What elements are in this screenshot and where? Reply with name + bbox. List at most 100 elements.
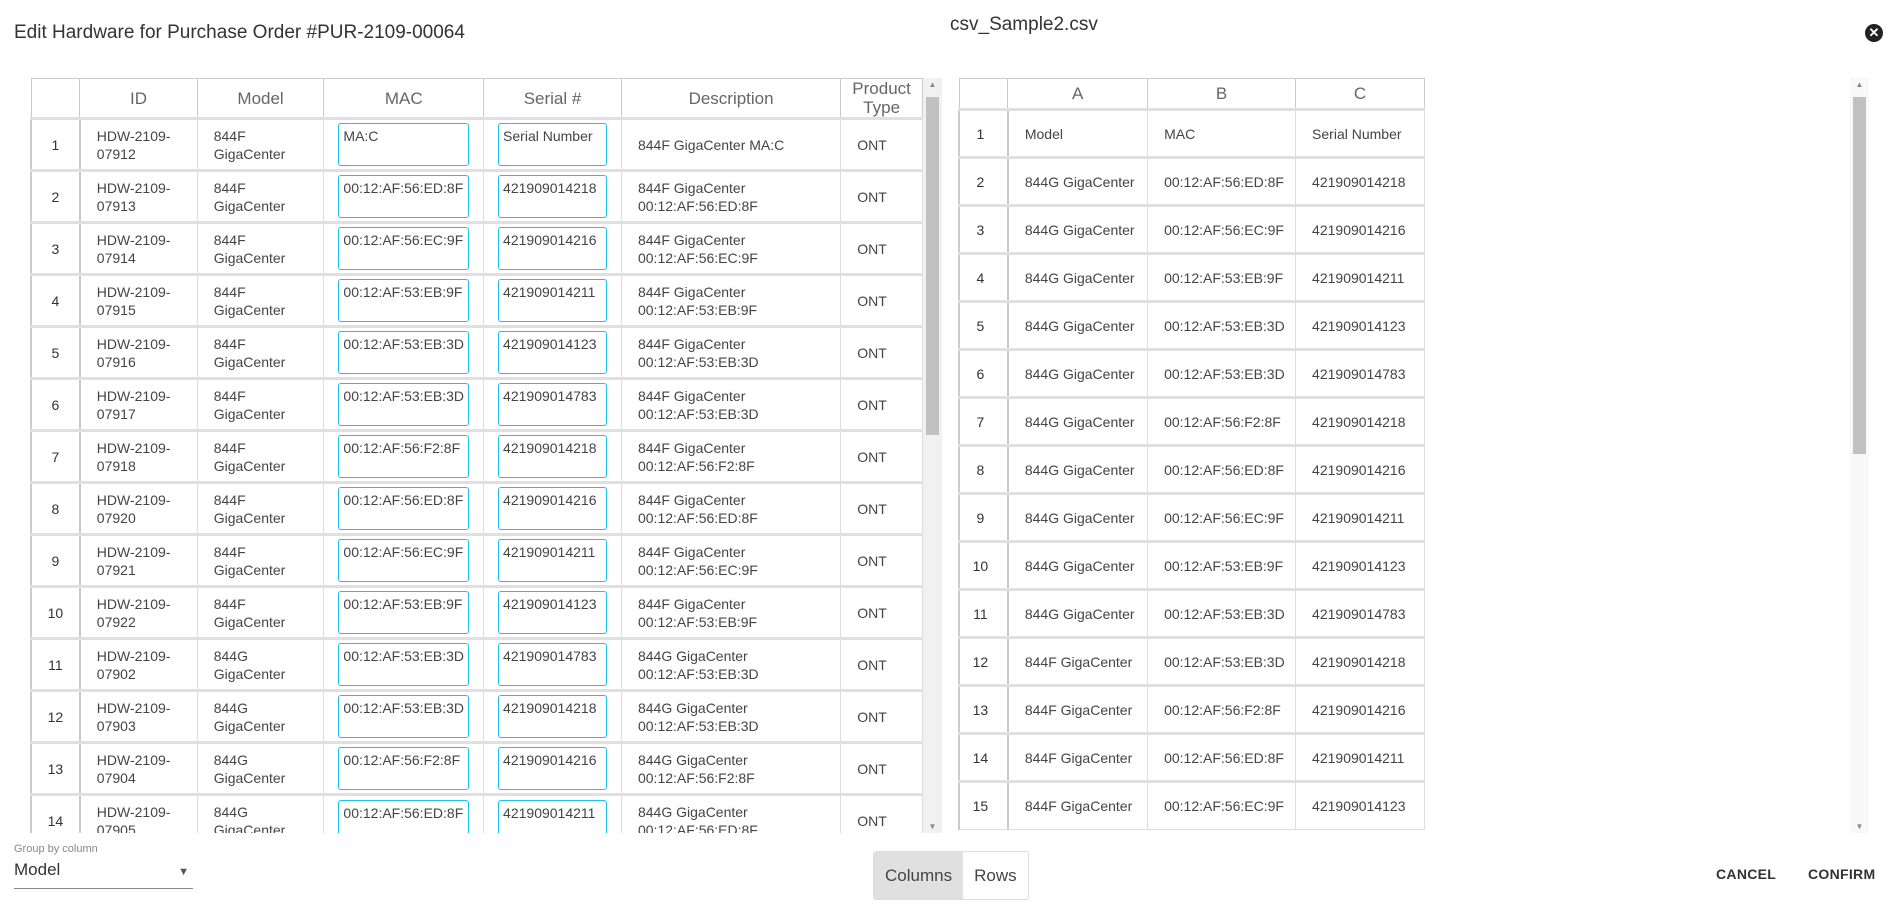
- column-header[interactable]: [958, 78, 1009, 110]
- toggle-rows[interactable]: Rows: [963, 852, 1028, 899]
- csv-cell[interactable]: 844F GigaCenter: [1007, 684, 1149, 734]
- serial-input[interactable]: Serial Number: [498, 123, 607, 166]
- csv-cell[interactable]: 421909014218: [1295, 396, 1425, 446]
- csv-cell[interactable]: 844F GigaCenter: [1007, 780, 1149, 830]
- mac-input[interactable]: 00:12:AF:56:F2:8F: [338, 747, 470, 790]
- mac-input[interactable]: 00:12:AF:56:EC:9F: [338, 227, 470, 270]
- csv-cell[interactable]: MAC: [1147, 108, 1297, 158]
- csv-cell[interactable]: Model: [1007, 108, 1149, 158]
- scroll-down-icon[interactable]: ▼: [1850, 822, 1869, 831]
- serial-input[interactable]: 421909014211: [498, 279, 607, 322]
- csv-cell[interactable]: 844G GigaCenter: [1007, 300, 1149, 350]
- csv-cell[interactable]: 421909014211: [1295, 492, 1425, 542]
- scrollbar-thumb[interactable]: [1853, 97, 1866, 454]
- csv-cell[interactable]: 844G GigaCenter: [1007, 444, 1149, 494]
- column-header[interactable]: ID: [79, 78, 198, 119]
- serial-input[interactable]: 421909014211: [498, 799, 607, 833]
- csv-cell[interactable]: 844G GigaCenter: [1007, 396, 1149, 446]
- mac-input[interactable]: MA:C: [338, 123, 470, 166]
- csv-cell[interactable]: 844G GigaCenter: [1007, 156, 1149, 206]
- scroll-down-icon[interactable]: ▼: [923, 822, 942, 831]
- serial-input[interactable]: 421909014218: [498, 695, 607, 738]
- row-number: 11: [30, 637, 81, 691]
- csv-cell[interactable]: 844F GigaCenter: [1007, 636, 1149, 686]
- serial-input[interactable]: 421909014123: [498, 591, 607, 634]
- csv-cell[interactable]: 421909014218: [1295, 636, 1425, 686]
- csv-cell[interactable]: 00:12:AF:53:EB:3D: [1147, 636, 1297, 686]
- scroll-up-icon[interactable]: ▲: [1850, 80, 1869, 89]
- csv-cell[interactable]: 421909014218: [1295, 156, 1425, 206]
- hardware-table-scrollbar[interactable]: ▲ ▼: [923, 78, 942, 833]
- csv-cell[interactable]: 421909014123: [1295, 300, 1425, 350]
- column-header[interactable]: Description: [620, 78, 842, 119]
- column-header[interactable]: A: [1007, 78, 1149, 110]
- mac-input[interactable]: 00:12:AF:53:EB:9F: [338, 591, 470, 634]
- mac-input[interactable]: 00:12:AF:53:EB:3D: [338, 331, 470, 374]
- csv-cell[interactable]: 00:12:AF:53:EB:9F: [1147, 252, 1297, 302]
- column-header[interactable]: [30, 78, 81, 119]
- column-header[interactable]: C: [1295, 78, 1425, 110]
- csv-cell[interactable]: 421909014216: [1295, 684, 1425, 734]
- csv-cell[interactable]: 844G GigaCenter: [1007, 204, 1149, 254]
- group-by-select[interactable]: Model ▼: [14, 860, 193, 889]
- mac-input[interactable]: 00:12:AF:56:F2:8F: [338, 435, 470, 478]
- csv-cell[interactable]: 421909014123: [1295, 540, 1425, 590]
- scrollbar-thumb[interactable]: [926, 97, 939, 435]
- serial-input[interactable]: 421909014216: [498, 487, 607, 530]
- csv-cell[interactable]: 421909014211: [1295, 252, 1425, 302]
- column-header[interactable]: Model: [196, 78, 325, 119]
- serial-input[interactable]: 421909014211: [498, 539, 607, 582]
- table-row: 6 844G GigaCenter 00:12:AF:53:EB:3D 4219090…: [958, 348, 1425, 398]
- csv-cell[interactable]: 421909014123: [1295, 780, 1425, 830]
- serial-input[interactable]: 421909014783: [498, 643, 607, 686]
- csv-cell[interactable]: 00:12:AF:56:ED:8F: [1147, 444, 1297, 494]
- csv-cell[interactable]: 00:12:AF:56:ED:8F: [1147, 156, 1297, 206]
- csv-cell[interactable]: 00:12:AF:56:EC:9F: [1147, 204, 1297, 254]
- serial-input[interactable]: 421909014216: [498, 747, 607, 790]
- csv-cell[interactable]: 00:12:AF:56:EC:9F: [1147, 780, 1297, 830]
- scroll-up-icon[interactable]: ▲: [923, 80, 942, 89]
- mac-input[interactable]: 00:12:AF:53:EB:3D: [338, 643, 470, 686]
- csv-cell[interactable]: 844G GigaCenter: [1007, 252, 1149, 302]
- csv-cell[interactable]: 421909014216: [1295, 444, 1425, 494]
- serial-input[interactable]: 421909014216: [498, 227, 607, 270]
- csv-table-scrollbar[interactable]: ▲ ▼: [1850, 78, 1869, 833]
- csv-cell[interactable]: 421909014211: [1295, 732, 1425, 782]
- close-icon[interactable]: ✕: [1865, 24, 1883, 42]
- column-header[interactable]: MAC: [323, 78, 485, 119]
- csv-cell[interactable]: 421909014783: [1295, 588, 1425, 638]
- column-header[interactable]: B: [1147, 78, 1297, 110]
- serial-input[interactable]: 421909014218: [498, 175, 607, 218]
- mac-input[interactable]: 00:12:AF:56:ED:8F: [338, 487, 470, 530]
- mac-input[interactable]: 00:12:AF:53:EB:3D: [338, 695, 470, 738]
- toggle-columns[interactable]: Columns: [874, 852, 964, 899]
- confirm-button[interactable]: CONFIRM: [1808, 866, 1875, 882]
- mac-input[interactable]: 00:12:AF:56:EC:9F: [338, 539, 470, 582]
- mac-input[interactable]: 00:12:AF:56:ED:8F: [338, 175, 470, 218]
- csv-cell[interactable]: 00:12:AF:56:F2:8F: [1147, 396, 1297, 446]
- cancel-button[interactable]: CANCEL: [1716, 866, 1776, 882]
- csv-cell[interactable]: 844G GigaCenter: [1007, 588, 1149, 638]
- csv-cell[interactable]: 00:12:AF:53:EB:3D: [1147, 348, 1297, 398]
- csv-cell[interactable]: 844F GigaCenter: [1007, 732, 1149, 782]
- csv-cell[interactable]: 00:12:AF:56:EC:9F: [1147, 492, 1297, 542]
- csv-cell[interactable]: 844G GigaCenter: [1007, 492, 1149, 542]
- serial-input[interactable]: 421909014123: [498, 331, 607, 374]
- serial-input[interactable]: 421909014218: [498, 435, 607, 478]
- mac-input[interactable]: 00:12:AF:53:EB:3D: [338, 383, 470, 426]
- mac-input[interactable]: 00:12:AF:56:ED:8F: [338, 799, 470, 833]
- column-header[interactable]: Product Type: [840, 78, 923, 119]
- csv-cell[interactable]: 00:12:AF:53:EB:3D: [1147, 588, 1297, 638]
- csv-cell[interactable]: 00:12:AF:56:F2:8F: [1147, 684, 1297, 734]
- csv-cell[interactable]: 844G GigaCenter: [1007, 540, 1149, 590]
- csv-cell[interactable]: 00:12:AF:53:EB:3D: [1147, 300, 1297, 350]
- csv-cell[interactable]: 421909014216: [1295, 204, 1425, 254]
- serial-input[interactable]: 421909014783: [498, 383, 607, 426]
- mac-input[interactable]: 00:12:AF:53:EB:9F: [338, 279, 470, 322]
- csv-cell[interactable]: Serial Number: [1295, 108, 1425, 158]
- csv-cell[interactable]: 00:12:AF:56:ED:8F: [1147, 732, 1297, 782]
- csv-cell[interactable]: 421909014783: [1295, 348, 1425, 398]
- csv-cell[interactable]: 00:12:AF:53:EB:9F: [1147, 540, 1297, 590]
- column-header[interactable]: Serial #: [483, 78, 622, 119]
- csv-cell[interactable]: 844G GigaCenter: [1007, 348, 1149, 398]
